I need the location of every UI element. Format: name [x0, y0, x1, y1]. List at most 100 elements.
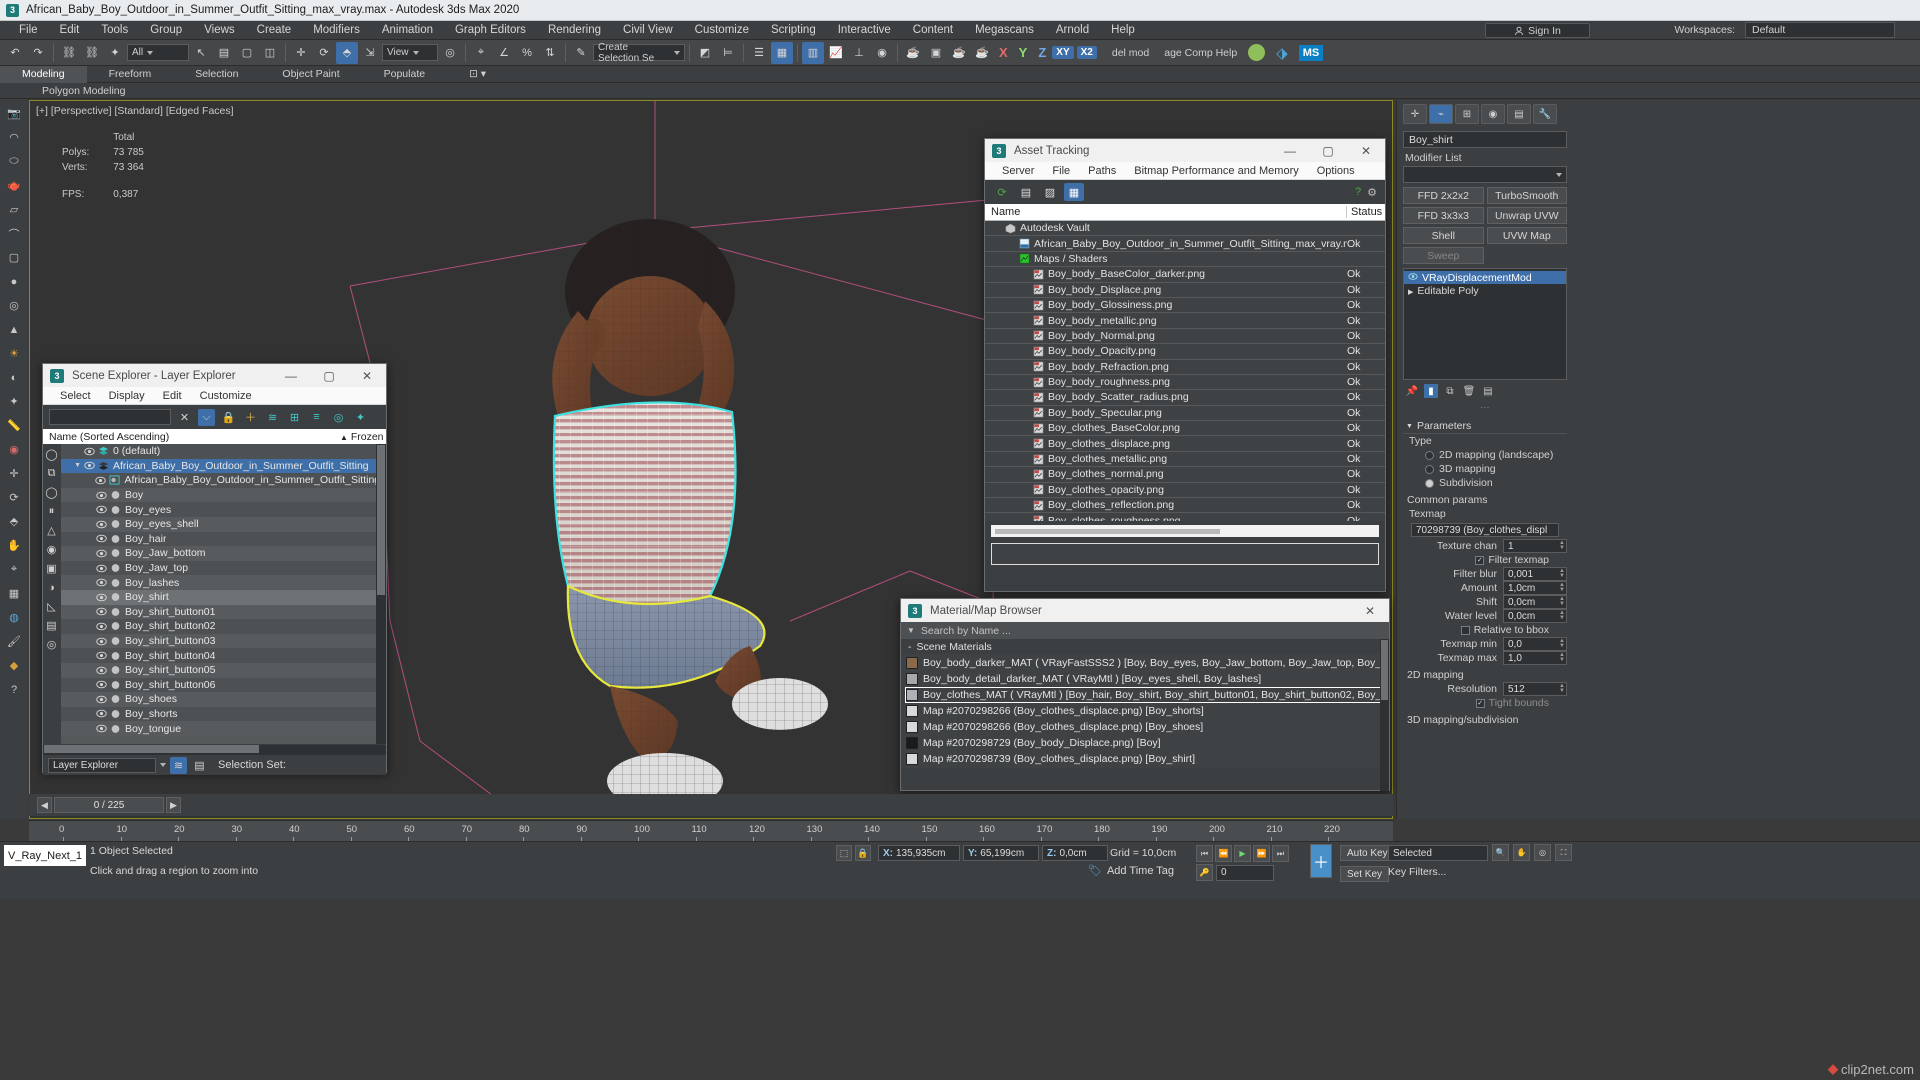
frame-field[interactable]: 0: [1216, 864, 1274, 881]
maximize-viewport-icon[interactable]: ⛶: [1555, 844, 1572, 861]
horizontal-scrollbar[interactable]: [991, 525, 1379, 537]
parameters-rollout-header[interactable]: ▼ Parameters: [1403, 419, 1567, 434]
expand-arrow-icon[interactable]: ▶: [1408, 285, 1413, 297]
spinner-arrows-icon[interactable]: ▲ ▼: [1559, 652, 1565, 663]
asset-row[interactable]: Boy_clothes_normal.png Ok: [985, 467, 1385, 483]
filter-texmap-row[interactable]: ✓ Filter texmap: [1403, 553, 1567, 567]
spinner-arrows-icon[interactable]: ▲ ▼: [1559, 540, 1565, 551]
bend-icon[interactable]: ⌒: [4, 223, 25, 244]
filter-blur-spinner[interactable]: 0,001 ▲ ▼: [1503, 567, 1567, 581]
material-row[interactable]: Map #2070298266 (Boy_clothes_displace.pn…: [905, 703, 1385, 719]
frame-icon[interactable]: ▣: [43, 560, 60, 577]
modifier-button-unwrap-uvw[interactable]: Unwrap UVW: [1486, 207, 1567, 224]
at-menu-server[interactable]: Server: [993, 165, 1043, 177]
render-production-icon[interactable]: ☕: [948, 42, 970, 64]
rendered-frame-icon[interactable]: ▣: [925, 42, 947, 64]
spinner-snap-icon[interactable]: ⇅: [539, 42, 561, 64]
menu-item-civil-view[interactable]: Civil View: [612, 21, 684, 40]
menu-item-tools[interactable]: Tools: [90, 21, 139, 40]
sign-in-button[interactable]: Sign In: [1485, 23, 1590, 38]
at-menu-file[interactable]: File: [1043, 165, 1079, 177]
expand-arrow-icon[interactable]: ▼: [61, 462, 81, 469]
shift-spinner[interactable]: 0,0cm ▲ ▼: [1503, 595, 1567, 609]
current-frame-display[interactable]: 0 / 225: [54, 797, 164, 813]
menu-item-animation[interactable]: Animation: [371, 21, 444, 40]
visibility-eye-icon[interactable]: [84, 461, 95, 470]
menu-item-edit[interactable]: Edit: [49, 21, 91, 40]
visibility-eye-icon[interactable]: [96, 622, 107, 631]
percent-snap-icon[interactable]: %: [516, 42, 538, 64]
key-mode-toggle-icon[interactable]: 🔑: [1196, 864, 1213, 881]
material-row[interactable]: Map #2070298739 (Boy_clothes_displace.pn…: [905, 751, 1385, 767]
layer-props-icon[interactable]: ✦: [352, 409, 369, 426]
tab-display[interactable]: ▤: [1507, 104, 1531, 124]
triangle-icon[interactable]: ◺: [43, 598, 60, 615]
minimize-icon[interactable]: —: [272, 364, 310, 387]
visibility-eye-icon[interactable]: [96, 680, 107, 689]
cylinder-icon[interactable]: ⬭: [4, 151, 25, 172]
asset-row[interactable]: Boy_body_Displace.png Ok: [985, 283, 1385, 298]
visibility-eye-icon[interactable]: [96, 491, 107, 500]
spinner-arrows-icon[interactable]: ▲ ▼: [1559, 596, 1565, 607]
radio-icon[interactable]: [1425, 478, 1434, 488]
material-icon[interactable]: ◉: [4, 439, 25, 460]
chevron-down-icon[interactable]: ▼: [907, 626, 915, 635]
asset-tracking-list[interactable]: Autodesk Vault African_Baby_Boy_Outdoor_i…: [985, 221, 1385, 521]
at-menu-bitmap-performance-and-memory[interactable]: Bitmap Performance and Memory: [1125, 165, 1307, 177]
layer-row[interactable]: Boy_shirt_button06: [61, 677, 376, 693]
key-filters-button[interactable]: Key Filters...: [1388, 866, 1446, 878]
asset-row[interactable]: Boy_body_Refraction.png Ok: [985, 360, 1385, 375]
select-layer-icon[interactable]: ≡: [308, 409, 325, 426]
asset-row[interactable]: Autodesk Vault: [985, 221, 1385, 237]
modifier-button-ffd-3x3x3[interactable]: FFD 3x3x3: [1403, 207, 1484, 224]
named-selection-set-input[interactable]: Create Selection Se: [593, 42, 685, 64]
chevron-down-icon[interactable]: [160, 763, 166, 767]
nested-layer-icon[interactable]: ⊞: [286, 409, 303, 426]
type-option-subdivision[interactable]: Subdivision: [1403, 476, 1567, 490]
angle-snap-icon[interactable]: ∠: [493, 42, 515, 64]
asset-row[interactable]: Boy_clothes_metallic.png Ok: [985, 452, 1385, 468]
goto-start-icon[interactable]: ⏮: [1196, 845, 1213, 862]
visibility-eye-icon[interactable]: [96, 651, 107, 660]
radio-icon[interactable]: [1425, 450, 1434, 460]
axis-constraint-xy2[interactable]: X2: [1076, 46, 1097, 59]
menu-item-views[interactable]: Views: [193, 21, 245, 40]
material-map-browser-window[interactable]: 3 Material/Map Browser ✕ ▼ Search by Nam…: [900, 598, 1390, 791]
next-key-icon[interactable]: ⏩: [1253, 845, 1270, 862]
placement-icon[interactable]: ⇲: [359, 42, 381, 64]
menu-item-scripting[interactable]: Scripting: [760, 21, 827, 40]
axis-constraint-z[interactable]: Z: [1033, 45, 1051, 60]
radio-icon[interactable]: [1425, 464, 1434, 474]
filter-icon[interactable]: ⌵: [198, 408, 215, 426]
menu-item-arnold[interactable]: Arnold: [1045, 21, 1100, 40]
layer-row[interactable]: 0 (default): [61, 444, 376, 459]
asset-row[interactable]: Maps / Shaders: [985, 252, 1385, 268]
next-frame-icon[interactable]: ▶: [166, 797, 181, 813]
menu-item-interactive[interactable]: Interactive: [827, 21, 902, 40]
menu-item-help[interactable]: Help: [1100, 21, 1146, 40]
dot-icon[interactable]: ◯: [43, 484, 60, 501]
select-object-icon[interactable]: ↖: [190, 42, 212, 64]
add-layer-icon[interactable]: ＋: [242, 409, 259, 426]
layer-row[interactable]: Boy_shirt_button05: [61, 662, 376, 678]
coil-icon[interactable]: ◉: [43, 541, 60, 558]
hand-icon[interactable]: ✋: [4, 535, 25, 556]
copy-icon[interactable]: ⧉: [43, 465, 60, 482]
type-option-2d-mapping-landscape-[interactable]: 2D mapping (landscape): [1403, 448, 1567, 462]
toggle-ribbon-icon[interactable]: ▥: [802, 41, 824, 64]
spinner-arrows-icon[interactable]: ▲ ▼: [1559, 582, 1565, 593]
pause-icon[interactable]: ⏸: [43, 503, 60, 520]
autodesk-icon[interactable]: MS: [1298, 44, 1324, 61]
layer-row[interactable]: Boy_shirt_button03: [61, 633, 376, 649]
clear-search-icon[interactable]: ✕: [176, 409, 193, 426]
visibility-eye-icon[interactable]: [96, 709, 107, 718]
asset-row[interactable]: Boy_body_Scatter_radius.png Ok: [985, 390, 1385, 406]
scale-icon[interactable]: ⬘: [4, 511, 25, 532]
goto-end-icon[interactable]: ⏭: [1272, 845, 1289, 862]
spinner-arrows-icon[interactable]: ▲ ▼: [1559, 568, 1565, 579]
time-tag-row[interactable]: 🏷 Add Time Tag: [1088, 864, 1174, 878]
visibility-eye-icon[interactable]: [96, 564, 107, 573]
time-ruler[interactable]: 0 10 20 30 40 50 60 70 80 90 100 110 120 130 140 150 160…: [29, 820, 1393, 842]
material-search-input[interactable]: Search by Name ...: [921, 625, 1011, 637]
set-key-button[interactable]: Set Key: [1340, 866, 1390, 882]
